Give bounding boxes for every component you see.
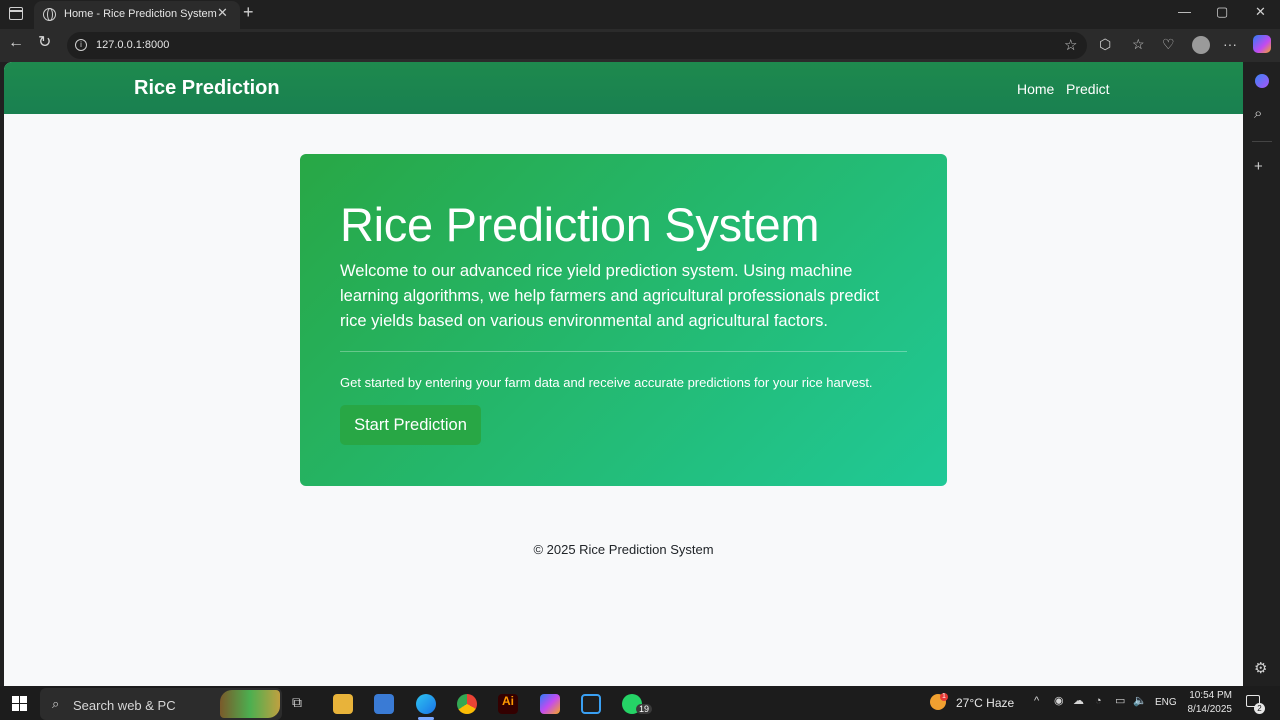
volume-icon[interactable]: 🔈 (1133, 696, 1147, 707)
hero-lead: Welcome to our advanced rice yield predi… (340, 262, 880, 330)
wifi-icon[interactable]: ◔ (1095, 696, 1102, 707)
chrome-icon[interactable] (457, 694, 477, 714)
tab-actions-icon[interactable] (9, 7, 23, 20)
minimize-icon[interactable]: — (1178, 5, 1191, 18)
page-viewport: Rice Prediction Home Predict Rice Predic… (4, 62, 1243, 686)
nav-link-predict[interactable]: Predict (1066, 81, 1110, 97)
favorite-star-icon[interactable]: ☆ (1064, 36, 1077, 54)
vscode-icon[interactable] (581, 694, 601, 714)
file-explorer-icon[interactable] (333, 694, 353, 714)
browser-title-bar: Home - Rice Prediction System ✕ + — ▢ ✕ (0, 0, 1280, 29)
battery-icon[interactable]: ▭ (1115, 696, 1125, 707)
browser-essentials-icon[interactable]: ♡ (1162, 37, 1175, 51)
onedrive-icon[interactable]: ☁ (1073, 696, 1084, 707)
weather-text[interactable]: 27°C Haze (956, 696, 1014, 710)
url-text[interactable]: 127.0.0.1:8000 (96, 39, 169, 51)
hero-title: Rice Prediction System (340, 198, 820, 251)
tab-title: Home - Rice Prediction System (64, 8, 217, 20)
whatsapp-badge: 19 (636, 704, 653, 714)
windows-taskbar: ⌕ Search web & PC ⧉ Ai 19 1 27°C Haze ^ … (0, 686, 1280, 720)
close-window-icon[interactable]: ✕ (1255, 5, 1266, 18)
browser-tab[interactable]: Home - Rice Prediction System ✕ (34, 1, 240, 29)
microsoft-store-icon[interactable] (374, 694, 394, 714)
search-icon: ⌕ (52, 696, 60, 711)
back-icon[interactable]: ← (8, 35, 24, 51)
globe-icon (43, 8, 56, 21)
hero-card: Rice Prediction System Welcome to our ad… (300, 154, 947, 486)
notification-badge: 2 (1254, 703, 1265, 714)
taskbar-search[interactable]: ⌕ Search web & PC (40, 688, 282, 720)
browser-toolbar: ← ↻ i 127.0.0.1:8000 ☆ ⬡ ☆ ♡ ··· (0, 29, 1280, 62)
show-hidden-icons-icon[interactable]: ^ (1034, 696, 1039, 707)
refresh-icon[interactable]: ↻ (38, 35, 51, 51)
more-options-icon[interactable]: ··· (1223, 37, 1237, 51)
start-icon[interactable] (12, 696, 27, 711)
site-navbar: Rice Prediction Home Predict (4, 62, 1243, 114)
meet-now-icon[interactable]: ◉ (1054, 696, 1064, 707)
edge-icon[interactable] (416, 694, 436, 714)
maximize-icon[interactable]: ▢ (1216, 5, 1228, 18)
favorites-icon[interactable]: ☆ (1132, 37, 1145, 51)
hero-text: Get started by entering your farm data a… (340, 375, 873, 390)
nav-link-home[interactable]: Home (1017, 81, 1054, 97)
copilot-icon[interactable] (1253, 35, 1271, 53)
weather-badge: 1 (940, 693, 948, 701)
illustrator-label: Ai (502, 694, 514, 708)
sidebar-copilot-icon[interactable] (1255, 74, 1269, 88)
sidebar-search-icon[interactable]: ⌕ (1254, 106, 1262, 121)
task-view-icon[interactable]: ⧉ (292, 695, 302, 709)
search-placeholder: Search web & PC (73, 698, 176, 713)
navbar-brand[interactable]: Rice Prediction (134, 77, 280, 100)
sidebar-divider (1252, 141, 1272, 142)
language-indicator[interactable]: ENG (1155, 697, 1177, 708)
site-info-icon[interactable]: i (75, 39, 87, 51)
profile-avatar[interactable] (1192, 36, 1210, 54)
footer-copyright: © 2025 Rice Prediction System (533, 542, 714, 557)
sidebar-add-icon[interactable]: + (1254, 159, 1263, 174)
address-bar[interactable]: i 127.0.0.1:8000 ☆ (67, 32, 1087, 59)
sidebar-settings-icon[interactable]: ⚙ (1254, 661, 1267, 676)
clock-date: 8/14/2025 (1187, 704, 1233, 715)
copilot-app-icon[interactable] (540, 694, 560, 714)
new-tab-icon[interactable]: + (243, 3, 254, 21)
hero-divider (340, 351, 907, 352)
clock-time: 10:54 PM (1189, 690, 1232, 701)
extensions-icon[interactable]: ⬡ (1099, 37, 1111, 51)
clock[interactable]: 10:54 PM 8/14/2025 (1180, 689, 1233, 717)
browser-sidebar: ⌕ + ⚙ (1244, 62, 1280, 686)
start-prediction-button[interactable]: Start Prediction (340, 405, 481, 445)
close-tab-icon[interactable]: ✕ (217, 6, 228, 19)
search-highlight-image (220, 690, 280, 718)
